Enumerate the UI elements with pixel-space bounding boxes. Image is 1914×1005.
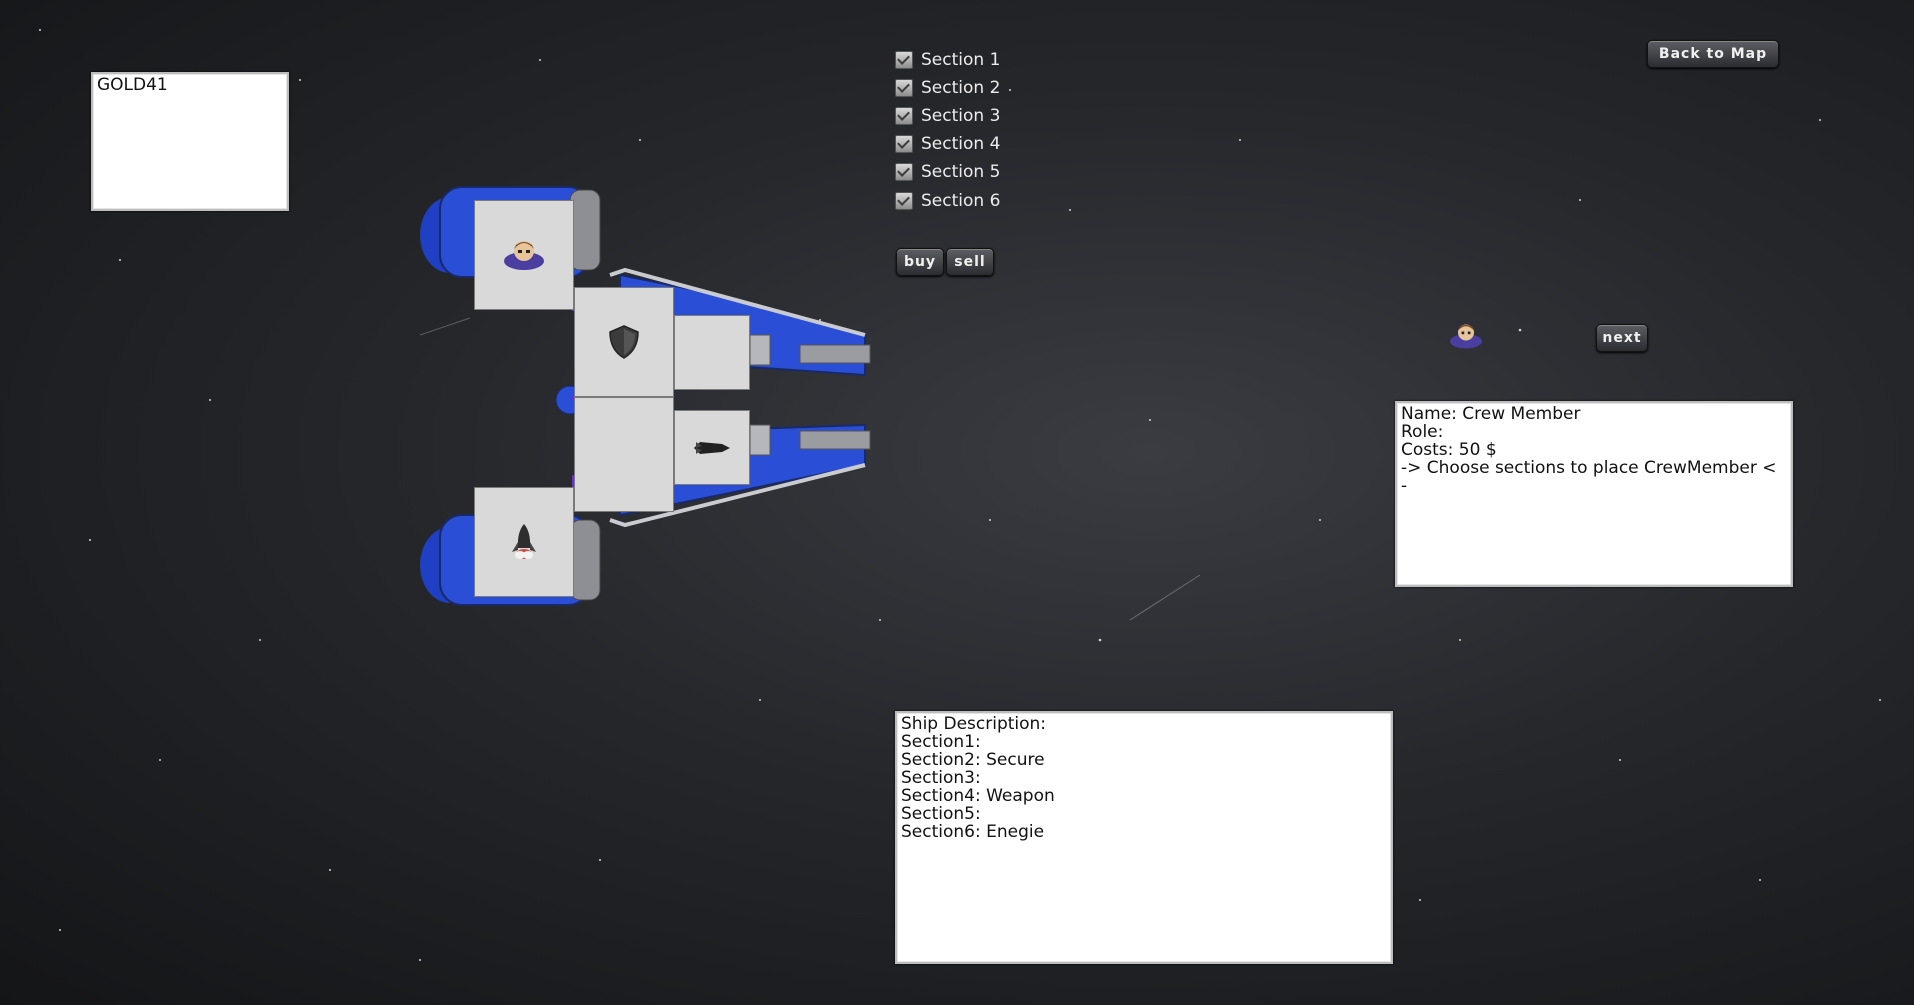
shield-icon xyxy=(609,325,639,359)
buy-button[interactable]: buy xyxy=(896,248,944,276)
sell-button[interactable]: sell xyxy=(946,248,994,276)
section-6-checkbox[interactable]: Section 6 xyxy=(895,191,1000,211)
section-label: Section 2 xyxy=(921,78,1001,98)
section-label: Section 3 xyxy=(921,106,1001,126)
rocket-icon xyxy=(512,524,536,559)
crew-name: Name: Crew Member xyxy=(1401,404,1581,424)
ship-section-3[interactable] xyxy=(674,315,750,390)
checkbox-checked-icon[interactable] xyxy=(895,135,913,153)
ship-section-4[interactable] xyxy=(574,397,674,512)
ship-section-6[interactable] xyxy=(474,487,574,597)
section-2-checkbox[interactable]: Section 2 xyxy=(895,78,1000,98)
crew-instruction: -> Choose sections to place CrewMember < xyxy=(1401,458,1777,478)
ship-description-line: Section5: xyxy=(901,804,981,824)
section-label: Section 6 xyxy=(921,191,1001,211)
gold-text: GOLD41 xyxy=(97,75,168,95)
checkbox-checked-icon[interactable] xyxy=(895,107,913,125)
ship-description-line: Section1: xyxy=(901,732,981,752)
crew-member-icon xyxy=(1450,324,1482,349)
ship-description-line: Section6: Enegie xyxy=(901,822,1045,842)
ship-section-5[interactable] xyxy=(674,410,750,485)
checkbox-checked-icon[interactable] xyxy=(895,79,913,97)
ship-description-title: Ship Description: xyxy=(901,714,1047,734)
checkbox-checked-icon[interactable] xyxy=(895,192,913,210)
ship-description-line: Section2: Secure xyxy=(901,750,1045,770)
section-label: Section 5 xyxy=(921,162,1001,182)
ship-section-2[interactable] xyxy=(574,287,674,397)
crew-info-panel: Name: Crew Member Role: Costs: 50 $ -> C… xyxy=(1395,401,1793,587)
crew-cost: Costs: 50 $ xyxy=(1401,440,1497,460)
ship-view xyxy=(420,175,880,625)
ship-description-panel: Ship Description: Section1: Section2: Se… xyxy=(895,711,1393,964)
ship-section-1[interactable] xyxy=(474,200,574,310)
crew-member-icon xyxy=(504,241,544,270)
section-5-checkbox[interactable]: Section 5 xyxy=(895,162,1000,182)
back-to-map-button[interactable]: Back to Map xyxy=(1647,40,1779,68)
section-3-checkbox[interactable]: Section 3 xyxy=(895,106,1000,126)
missile-icon xyxy=(694,441,730,454)
section-label: Section 1 xyxy=(921,50,1001,70)
crew-member-preview[interactable] xyxy=(1446,320,1486,352)
checkbox-checked-icon[interactable] xyxy=(895,51,913,69)
section-1-checkbox[interactable]: Section 1 xyxy=(895,50,1000,70)
gold-panel: GOLD41 xyxy=(91,72,289,211)
ship-description-line: Section4: Weapon xyxy=(901,786,1055,806)
ship-description-line: Section3: xyxy=(901,768,981,788)
next-button[interactable]: next xyxy=(1596,324,1648,352)
section-4-checkbox[interactable]: Section 4 xyxy=(895,134,1000,154)
section-label: Section 4 xyxy=(921,134,1001,154)
checkbox-checked-icon[interactable] xyxy=(895,163,913,181)
crew-instruction-cont: - xyxy=(1401,476,1408,496)
crew-role: Role: xyxy=(1401,422,1444,442)
